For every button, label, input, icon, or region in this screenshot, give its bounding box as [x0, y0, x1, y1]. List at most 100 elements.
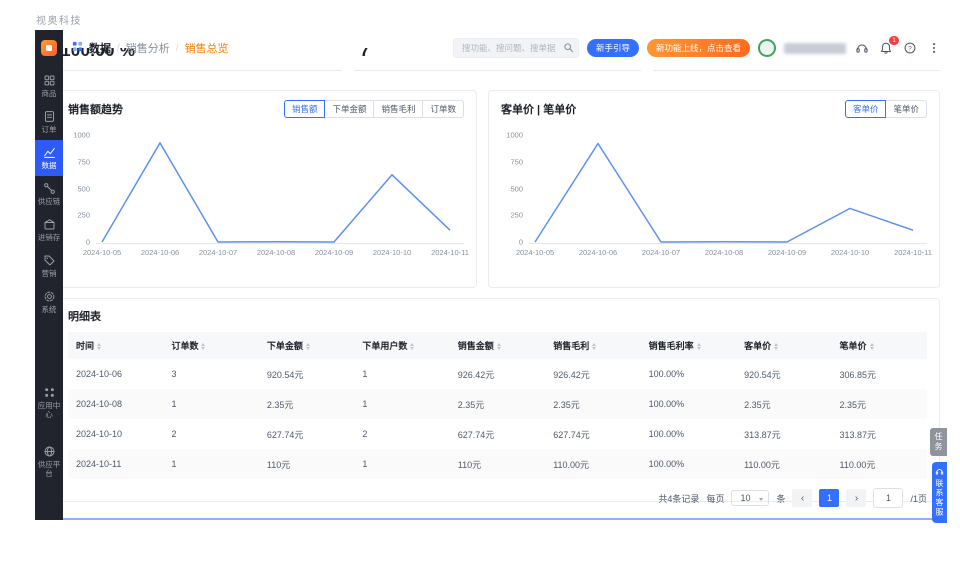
more-menu-icon[interactable]: [926, 40, 942, 56]
table-cell: 920.54元: [266, 369, 304, 380]
sort-icon[interactable]: [497, 341, 501, 352]
table-header-1[interactable]: 订单数: [163, 332, 259, 360]
sidebar-item-orders[interactable]: 订单: [35, 104, 63, 140]
breadcrumb-data[interactable]: 数据: [89, 40, 111, 56]
chart1-tab-1[interactable]: 笔单价: [885, 100, 927, 119]
chart0-tab-2[interactable]: 销售毛利: [373, 100, 424, 119]
table-cell: 926.42元: [553, 369, 590, 380]
y-tick-label: 250: [77, 210, 90, 220]
announcement-badge[interactable]: 新功能上线，点击查看: [646, 39, 750, 57]
table-cell: 627.74元: [553, 429, 590, 440]
company-avatar[interactable]: [758, 39, 776, 57]
table-cell: 100.00%: [648, 459, 685, 470]
detail-table-title: 明细表: [68, 311, 101, 323]
y-axis-labels: 0 250 500 750 1000: [68, 126, 96, 247]
table-header-label: 下单金额: [266, 341, 303, 351]
x-tick-label: 2024-10-05: [515, 248, 555, 258]
newbie-guide-badge[interactable]: 新手引导: [586, 39, 639, 57]
prev-page-button[interactable]: ‹: [792, 489, 813, 508]
y-tick-label: 750: [77, 157, 90, 167]
table-cell: 926.42元: [457, 369, 495, 380]
sidebar-item-marketing[interactable]: 营销: [35, 248, 63, 284]
chart1-tab-0[interactable]: 客单价: [844, 100, 887, 119]
chart0-tab-3[interactable]: 订单数: [422, 100, 464, 119]
help-icon[interactable]: ?: [902, 40, 918, 56]
sort-icon[interactable]: [410, 341, 414, 352]
global-search: [452, 38, 579, 58]
detail-table-card: 明细表 时间 订单数 下单金额 下单用户数 销售金额 销售毛利 销售毛利率 客单价 笔单价 20…: [55, 298, 940, 509]
notification-bell-icon[interactable]: 1: [878, 36, 899, 56]
notification-count-badge: 1: [889, 36, 899, 45]
brand-logo-text: 视奥科技: [36, 16, 82, 27]
sidebar-item-label: 营销: [41, 269, 57, 278]
line-chart-svg: [534, 142, 914, 243]
sales-trend-metric-tabs: 销售额 下单金额 销售毛利 订单数: [283, 100, 464, 119]
sidebar-item-system[interactable]: 系统: [35, 284, 63, 320]
sort-icon[interactable]: [201, 341, 205, 352]
table-body: 2024-10-06 3 920.54元 1 926.42元 926.42元 100.00%…: [68, 359, 927, 480]
sales-trend-plot: [96, 126, 464, 245]
search-input[interactable]: [452, 38, 579, 58]
bottom-accent-line: [35, 518, 945, 520]
sidebar-item-supply[interactable]: 供应链: [35, 176, 63, 212]
table-header-4[interactable]: 销售金额: [449, 332, 546, 360]
y-tick-label: 1000: [506, 130, 523, 140]
table-header-8[interactable]: 笔单价: [831, 332, 927, 360]
y-tick-label: 500: [510, 184, 523, 194]
sort-icon[interactable]: [697, 341, 701, 352]
sort-icon[interactable]: [592, 341, 596, 352]
table-cell: 2: [171, 429, 177, 440]
page-number-current[interactable]: 1: [819, 489, 840, 508]
chart0-tab-0[interactable]: 销售额: [283, 100, 326, 119]
sidebar-item-inventory[interactable]: 进销存: [35, 212, 63, 248]
table-cell: 306.85元: [839, 369, 877, 380]
y-tick-label: 0: [518, 237, 523, 247]
task-float-tab[interactable]: 任务: [930, 428, 947, 456]
table-cell: 1: [362, 399, 368, 410]
table-cell: 627.74元: [457, 429, 495, 440]
sidebar-item-label: 供应平台: [37, 460, 61, 478]
sidebar-item-data[interactable]: 数据: [35, 140, 63, 176]
table-cell: 2.35元: [457, 399, 485, 410]
x-tick-label: 2024-10-06: [578, 248, 618, 258]
table-header-2[interactable]: 下单金额: [258, 332, 355, 360]
breadcrumb-sales-analysis[interactable]: 销售分析: [126, 40, 170, 56]
table-header-3[interactable]: 下单用户数: [354, 332, 450, 360]
sort-icon[interactable]: [97, 341, 101, 352]
contact-service-float-tab[interactable]: 联系客服: [932, 462, 947, 523]
y-tick-label: 250: [510, 210, 523, 220]
table-head-row: 时间 订单数 下单金额 下单用户数 销售金额 销售毛利 销售毛利率 客单价 笔单价: [68, 332, 927, 360]
table-header-6[interactable]: 销售毛利率: [640, 332, 737, 360]
chart0-tab-1[interactable]: 下单金额: [324, 100, 375, 119]
x-tick-label: 2024-10-10: [830, 248, 870, 258]
sidebar-item-platform[interactable]: 供应平台: [35, 439, 63, 484]
table-cell: 313.87元: [839, 429, 877, 440]
sort-icon[interactable]: [774, 341, 778, 352]
search-icon[interactable]: [563, 42, 574, 53]
y-tick-label: 500: [77, 184, 90, 194]
sidebar-item-goods[interactable]: 商品: [35, 68, 63, 104]
next-page-button[interactable]: ›: [846, 489, 867, 508]
x-tick-label: 2024-10-11: [894, 248, 932, 258]
page-jump-input[interactable]: [873, 488, 904, 509]
y-tick-label: 750: [510, 157, 523, 167]
apps-icon: [43, 386, 56, 399]
sort-icon[interactable]: [870, 341, 874, 352]
page-size-select[interactable]: 10: [731, 490, 770, 507]
table-header-5[interactable]: 销售毛利: [545, 332, 641, 360]
sidebar-item-label: 供应链: [37, 197, 61, 206]
support-headset-icon[interactable]: [854, 40, 870, 56]
table-cell: 1: [171, 399, 177, 410]
sidebar-item-apps[interactable]: 应用中心: [35, 380, 63, 425]
table-cell: 2024-10-08: [76, 399, 123, 410]
breadcrumb-sales-overview[interactable]: 销售总览: [185, 40, 229, 56]
table-header-0[interactable]: 时间: [68, 332, 164, 360]
table-cell: 3: [171, 369, 177, 380]
breadcrumb: 数据 / 销售分析 / 销售总览: [72, 40, 229, 56]
sort-icon[interactable]: [306, 341, 310, 352]
price-per-order-card: 客单价 | 笔单价 客单价 笔单价 0 250 500 750 1000 2024-10-…: [488, 90, 940, 288]
app-logo[interactable]: [41, 40, 57, 56]
price-metric-tabs: 客单价 笔单价: [844, 100, 927, 119]
table-cell: 100.00%: [648, 429, 685, 440]
table-header-7[interactable]: 客单价: [736, 332, 832, 360]
